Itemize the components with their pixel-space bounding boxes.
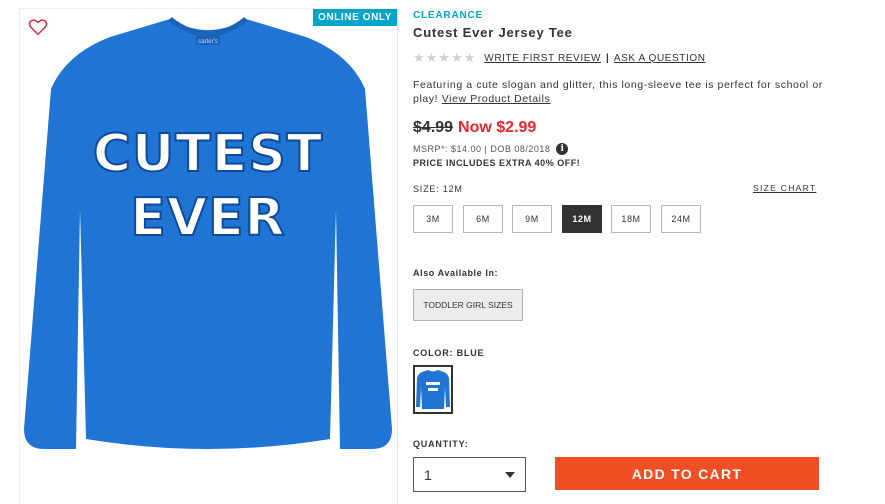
rating-separator: | [606, 52, 609, 64]
msrp-row: MSRP*: $14.00 | DOB 08/2018 i [413, 143, 569, 155]
size-option-24m[interactable]: 24M [661, 205, 701, 233]
size-option-18m[interactable]: 18M [611, 205, 651, 233]
heart-outline-icon[interactable] [28, 18, 48, 36]
size-chart-link[interactable]: SIZE CHART [753, 183, 816, 193]
quantity-select[interactable]: 1 [413, 457, 526, 492]
price-row: $4.99 Now $2.99 [413, 119, 536, 137]
ask-question-link[interactable]: ASK A QUESTION [614, 53, 706, 64]
color-label: COLOR: BLUE [413, 348, 485, 358]
view-product-details-link[interactable]: View Product Details [442, 93, 551, 105]
write-review-link[interactable]: WRITE FIRST REVIEW [484, 53, 601, 64]
color-swatch-blue[interactable] [413, 365, 453, 414]
msrp-text: MSRP*: $14.00 | DOB 08/2018 [413, 144, 551, 154]
info-icon[interactable]: i [556, 143, 569, 155]
product-title: Cutest Ever Jersey Tee [413, 25, 573, 40]
size-option-12m[interactable]: 12M [562, 205, 602, 233]
size-option-9m[interactable]: 9M [512, 205, 552, 233]
chevron-down-icon [505, 471, 515, 478]
quantity-value: 1 [424, 466, 432, 483]
shirt-slogan-line2: EVER [130, 188, 285, 248]
swatch-shirt-icon [416, 370, 450, 409]
product-image-panel: carter's CUTEST EVER ONLINE ONLY [19, 8, 398, 504]
sale-price: Now $2.99 [458, 119, 537, 136]
online-only-badge: ONLINE ONLY [312, 9, 397, 26]
shirt-slogan-line1: CUTEST [93, 124, 323, 184]
quantity-label: QUANTITY: [413, 439, 469, 449]
add-to-cart-button[interactable]: ADD TO CART [555, 457, 819, 490]
size-option-3m[interactable]: 3M [413, 205, 453, 233]
star-rating-icon: ★★★★★ [413, 50, 477, 65]
size-label: SIZE: 12M [413, 184, 463, 194]
original-price: $4.99 [413, 119, 454, 136]
clearance-label: CLEARANCE [413, 10, 483, 21]
size-option-6m[interactable]: 6M [463, 205, 503, 233]
neck-tag-text: carter's [198, 39, 217, 45]
promo-text: PRICE INCLUDES EXTRA 40% OFF! [413, 158, 581, 168]
toddler-girl-sizes-button[interactable]: TODDLER GIRL SIZES [413, 289, 523, 321]
product-image[interactable]: carter's CUTEST EVER [20, 9, 397, 504]
product-description: Featuring a cute slogan and glitter, thi… [413, 78, 823, 106]
rating-row: ★★★★★ WRITE FIRST REVIEW | ASK A QUESTIO… [413, 50, 706, 65]
also-available-label: Also Available In: [413, 268, 499, 278]
